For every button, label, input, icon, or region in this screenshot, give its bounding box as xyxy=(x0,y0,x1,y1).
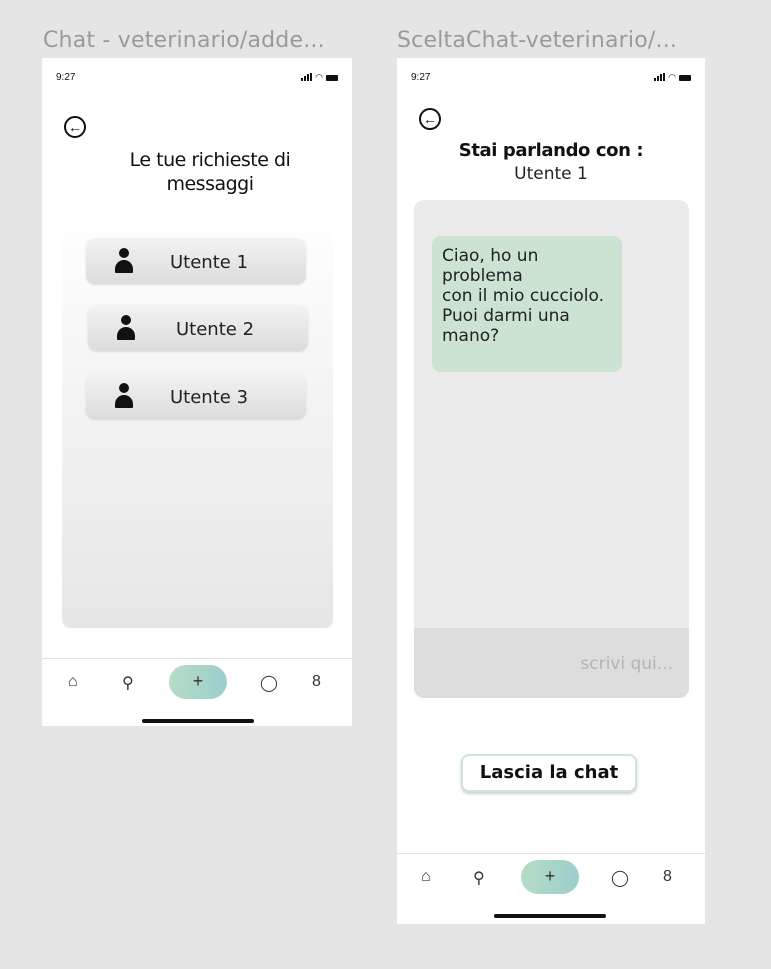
home-indicator xyxy=(494,914,606,918)
home-indicator xyxy=(142,719,254,723)
page-title: Le tue richieste di messaggi xyxy=(129,149,291,195)
person-icon xyxy=(112,383,136,409)
message-input-placeholder: scrivi qui... xyxy=(580,654,673,674)
requests-list-panel: Utente 1 Utente 2 Utente 3 xyxy=(62,208,333,628)
back-arrow-icon[interactable]: ← xyxy=(64,116,86,138)
user-label: Utente 3 xyxy=(170,387,249,408)
home-icon[interactable]: ⌂ xyxy=(421,868,431,886)
map-pin-icon[interactable]: ⚲ xyxy=(122,673,134,693)
signal-icon xyxy=(654,73,666,81)
map-pin-icon[interactable]: ⚲ xyxy=(473,868,485,888)
status-bar: 9:27 ◠ xyxy=(56,72,338,86)
frame-title-chat-conversation: SceltaChat-veterinario/... xyxy=(397,28,678,53)
status-time: 9:27 xyxy=(56,72,76,83)
chat-bubble-icon[interactable]: ◯ xyxy=(260,673,278,693)
back-arrow-icon[interactable]: ← xyxy=(419,108,441,130)
status-icons: ◠ xyxy=(301,72,338,82)
message-input[interactable]: scrivi qui... xyxy=(414,628,689,698)
chat-panel: Ciao, ho un problema con il mio cucciolo… xyxy=(414,200,689,698)
person-icon xyxy=(112,248,136,274)
status-icons: ◠ xyxy=(654,72,691,82)
user-request-button-2[interactable]: Utente 2 xyxy=(88,305,308,351)
phone-screen-conversation: 9:27 ◠ ← Stai parlando con : Utente 1 Ci… xyxy=(397,58,705,924)
add-button[interactable]: + xyxy=(521,860,579,894)
bottom-navigation: ⌂ ⚲ + ◯ 8 xyxy=(397,853,705,924)
user-label: Utente 2 xyxy=(176,319,255,340)
person-icon xyxy=(114,315,138,341)
profile-icon[interactable]: 8 xyxy=(663,868,672,886)
wifi-icon: ◠ xyxy=(668,72,676,82)
wifi-icon: ◠ xyxy=(315,72,323,82)
battery-icon xyxy=(679,75,691,81)
bottom-navigation: ⌂ ⚲ + ◯ 8 xyxy=(42,658,352,726)
status-time: 9:27 xyxy=(411,72,431,83)
phone-screen-requests: 9:27 ◠ ← Le tue richieste di messaggi Ut… xyxy=(42,58,352,726)
incoming-message-bubble: Ciao, ho un problema con il mio cucciolo… xyxy=(432,236,622,372)
signal-icon xyxy=(301,73,313,81)
frame-title-chat-requests: Chat - veterinario/adde... xyxy=(43,28,325,53)
chat-partner-name: Utente 1 xyxy=(514,164,588,184)
page-title: Stai parlando con : xyxy=(458,140,644,161)
chat-bubble-icon[interactable]: ◯ xyxy=(611,868,629,888)
battery-icon xyxy=(326,75,338,81)
user-request-button-3[interactable]: Utente 3 xyxy=(86,373,306,419)
leave-chat-button[interactable]: Lascia la chat xyxy=(461,754,637,792)
home-icon[interactable]: ⌂ xyxy=(68,673,78,691)
status-bar: 9:27 ◠ xyxy=(411,72,691,86)
user-request-button-1[interactable]: Utente 1 xyxy=(86,238,306,284)
profile-icon[interactable]: 8 xyxy=(312,673,321,691)
user-label: Utente 1 xyxy=(170,252,249,273)
add-button[interactable]: + xyxy=(169,665,227,699)
